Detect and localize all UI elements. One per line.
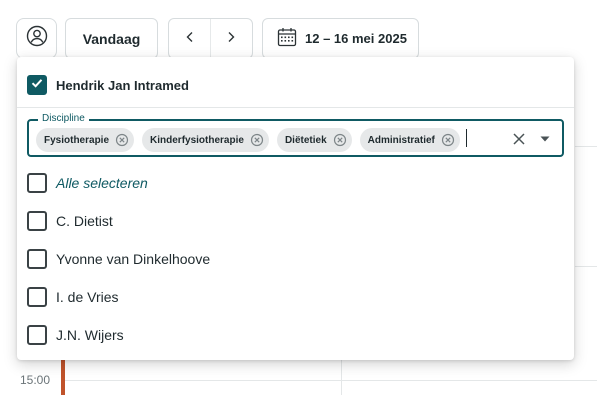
text-cursor [466,129,467,147]
chevron-right-icon [226,30,236,48]
user-button[interactable] [16,18,57,59]
chip-label: Kinderfysiotherapie [150,134,244,146]
clear-icon[interactable] [510,130,528,148]
select-all-row[interactable]: Alle selecteren [27,172,148,194]
owner-checkbox-row[interactable]: Hendrik Jan Intramed [27,74,189,96]
chip-remove-icon[interactable] [115,133,129,147]
chip-label: Administratief [367,134,435,146]
discipline-select[interactable]: Discipline Fysiotherapie Kinderfysiother… [27,112,564,157]
chip-remove-icon[interactable] [333,133,347,147]
week-navigation [168,18,253,59]
list-item[interactable]: J.N. Wijers [27,324,124,346]
owner-label: Hendrik Jan Intramed [56,77,189,93]
discipline-chip: Fysiotherapie [36,128,135,152]
select-all-checkbox[interactable] [27,173,47,193]
date-range-label: 12 – 16 mei 2025 [305,31,407,46]
chevron-left-icon [185,30,195,48]
chip-label: Diëtetiek [284,134,327,146]
calendar-icon [277,27,297,50]
practitioner-label: J.N. Wijers [56,327,124,343]
next-week-button[interactable] [211,19,252,58]
discipline-legend: Discipline [38,112,89,126]
discipline-chip: Kinderfysiotherapie [142,128,269,152]
list-item[interactable]: C. Dietist [27,210,113,232]
time-label: 15:00 [20,373,51,387]
calendar-grid-line [64,380,597,381]
chip-label: Fysiotherapie [44,134,110,146]
calendar-grid-line [575,266,597,267]
owner-checkbox[interactable] [27,75,47,95]
chip-remove-icon[interactable] [250,133,264,147]
chip-remove-icon[interactable] [441,133,455,147]
list-item[interactable]: Yvonne van Dinkelhoove [27,248,210,270]
discipline-chip: Administratief [359,128,460,152]
list-item[interactable]: I. de Vries [27,286,119,308]
discipline-chip: Diëtetiek [276,128,352,152]
checkmark-icon [30,76,44,95]
today-button[interactable]: Vandaag [65,18,158,59]
dropdown-arrow-icon[interactable] [536,130,554,148]
discipline-chips: Fysiotherapie Kinderfysiotherapie Diëtet… [36,128,460,152]
practitioner-checkbox[interactable] [27,287,47,307]
date-range-button[interactable]: 12 – 16 mei 2025 [262,18,419,59]
calendar-grid-line [575,146,597,147]
user-circle-icon [26,25,48,52]
practitioner-label: I. de Vries [56,289,119,305]
panel-divider [17,107,574,108]
previous-week-button[interactable] [169,19,210,58]
practitioner-checkbox[interactable] [27,211,47,231]
practitioner-label: C. Dietist [56,213,113,229]
practitioner-checkbox[interactable] [27,249,47,269]
practitioner-filter-panel: Hendrik Jan Intramed Discipline Fysiothe… [17,57,574,360]
select-all-label: Alle selecteren [56,175,148,191]
practitioner-checkbox[interactable] [27,325,47,345]
calendar-event-bar[interactable] [61,358,65,395]
practitioner-label: Yvonne van Dinkelhoove [56,251,211,267]
